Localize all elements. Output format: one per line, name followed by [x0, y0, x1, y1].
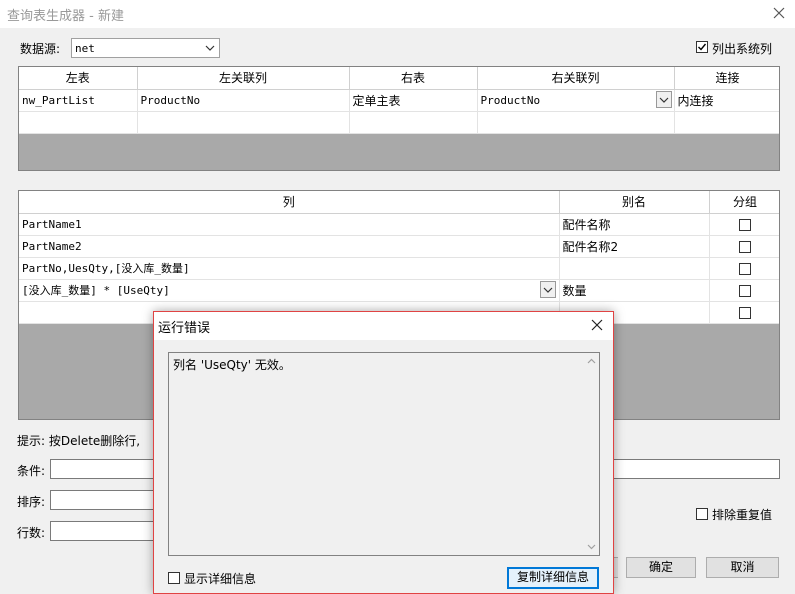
copy-details-button[interactable]: 复制详细信息	[507, 567, 599, 589]
table-row[interactable]: [没入库_数量] * [UseQty] 数量	[19, 279, 779, 302]
cancel-button[interactable]: 取消	[706, 557, 779, 578]
group-checkbox[interactable]	[739, 240, 751, 253]
alias-cell[interactable]: 数量	[559, 279, 710, 302]
column-dropdown-button[interactable]	[540, 281, 556, 298]
column-cell[interactable]: PartNo,UesQty,[没入库_数量]	[19, 257, 560, 280]
sort-input[interactable]	[50, 490, 160, 510]
dedupe-label: 排除重复值	[712, 508, 773, 522]
table-row[interactable]: PartNo,UesQty,[没入库_数量]	[19, 257, 779, 280]
group-checkbox[interactable]	[739, 262, 751, 275]
column-header-column[interactable]: 列	[19, 191, 560, 214]
group-cell[interactable]	[709, 213, 779, 236]
join-cell-right-column[interactable]: ProductNo	[477, 89, 675, 112]
list-system-label: 列出系统列	[712, 42, 773, 56]
chevron-down-icon	[205, 45, 215, 51]
column-grid-header: 列 别名 分组	[19, 191, 779, 214]
join-header-right-table[interactable]: 右表	[349, 67, 478, 90]
group-cell[interactable]	[709, 235, 779, 258]
chevron-down-icon[interactable]	[587, 544, 596, 550]
right-column-dropdown-button[interactable]	[656, 91, 672, 108]
error-dialog-close-button[interactable]	[588, 316, 606, 334]
column-cell[interactable]: [没入库_数量] * [UseQty]	[19, 279, 560, 302]
alias-cell[interactable]: 配件名称	[559, 213, 710, 236]
sort-label: 排序:	[17, 495, 46, 509]
table-row-empty[interactable]	[19, 111, 779, 134]
error-dialog: 运行错误 列名 'UseQty' 无效。 显示详细信息 复制详细信息	[153, 311, 614, 594]
group-cell[interactable]	[709, 301, 779, 324]
column-cell[interactable]: PartName1	[19, 213, 560, 236]
checkmark-icon	[698, 43, 707, 51]
datasource-value: net	[75, 42, 95, 55]
join-cell-join-type[interactable]: 内连接	[674, 89, 779, 112]
empty-cell[interactable]	[477, 111, 675, 134]
error-message-box[interactable]: 列名 'UseQty' 无效。	[168, 352, 600, 556]
list-system-checkbox[interactable]	[696, 41, 708, 53]
show-details-checkbox[interactable]	[168, 572, 180, 584]
chevron-down-icon	[543, 287, 553, 293]
table-row[interactable]: PartName1 配件名称	[19, 213, 779, 236]
error-message: 列名 'UseQty' 无效。	[173, 358, 291, 372]
ok-button[interactable]: 确定	[626, 557, 696, 578]
error-message-scrollbar[interactable]	[584, 354, 599, 554]
empty-cell[interactable]	[674, 111, 779, 134]
empty-cell[interactable]	[137, 111, 350, 134]
join-header-left-column[interactable]: 左关联列	[137, 67, 350, 90]
table-row[interactable]: PartName2 配件名称2	[19, 235, 779, 258]
datasource-label: 数据源:	[20, 42, 61, 56]
error-dialog-title: 运行错误	[158, 321, 211, 336]
group-cell[interactable]	[709, 257, 779, 280]
dedupe-checkbox[interactable]	[696, 508, 708, 520]
join-grid-header: 左表 左关联列 右表 右关联列 连接	[19, 67, 779, 90]
show-details-toggle[interactable]: 显示详细信息	[168, 570, 278, 586]
alias-cell[interactable]: 配件名称2	[559, 235, 710, 258]
column-header-alias[interactable]: 别名	[559, 191, 710, 214]
group-checkbox[interactable]	[739, 284, 751, 297]
join-grid[interactable]: 左表 左关联列 右表 右关联列 连接 nw_PartList ProductNo…	[18, 66, 780, 171]
error-dialog-titlebar	[154, 312, 613, 340]
join-cell-left-column[interactable]: ProductNo	[137, 89, 350, 112]
empty-cell[interactable]	[19, 111, 138, 134]
group-cell[interactable]	[709, 279, 779, 302]
hint-text: 提示: 按Delete删除行,	[17, 434, 141, 448]
close-icon	[773, 7, 785, 19]
join-header-left-table[interactable]: 左表	[19, 67, 138, 90]
condition-label: 条件:	[17, 464, 46, 478]
group-checkbox[interactable]	[739, 306, 751, 319]
empty-cell[interactable]	[349, 111, 478, 134]
window-title: 查询表生成器 - 新建	[7, 9, 124, 24]
alias-cell[interactable]	[559, 257, 710, 280]
rows-label: 行数:	[17, 526, 46, 540]
dedupe-toggle[interactable]: 排除重复值	[696, 506, 780, 522]
datasource-select[interactable]: net	[71, 38, 220, 58]
join-cell-left-table[interactable]: nw_PartList	[19, 89, 138, 112]
chevron-down-icon	[659, 97, 669, 103]
close-icon	[591, 319, 603, 331]
join-header-join-type[interactable]: 连接	[674, 67, 779, 90]
window-close-button[interactable]	[770, 4, 788, 22]
column-header-group[interactable]: 分组	[709, 191, 779, 214]
column-cell[interactable]: PartName2	[19, 235, 560, 258]
show-details-label: 显示详细信息	[184, 572, 257, 586]
rows-input[interactable]	[50, 521, 160, 541]
join-header-right-column[interactable]: 右关联列	[477, 67, 675, 90]
list-system-toggle[interactable]: 列出系统列	[696, 40, 776, 56]
chevron-up-icon[interactable]	[587, 358, 596, 364]
join-cell-right-table[interactable]: 定单主表	[349, 89, 478, 112]
group-checkbox[interactable]	[739, 218, 751, 231]
